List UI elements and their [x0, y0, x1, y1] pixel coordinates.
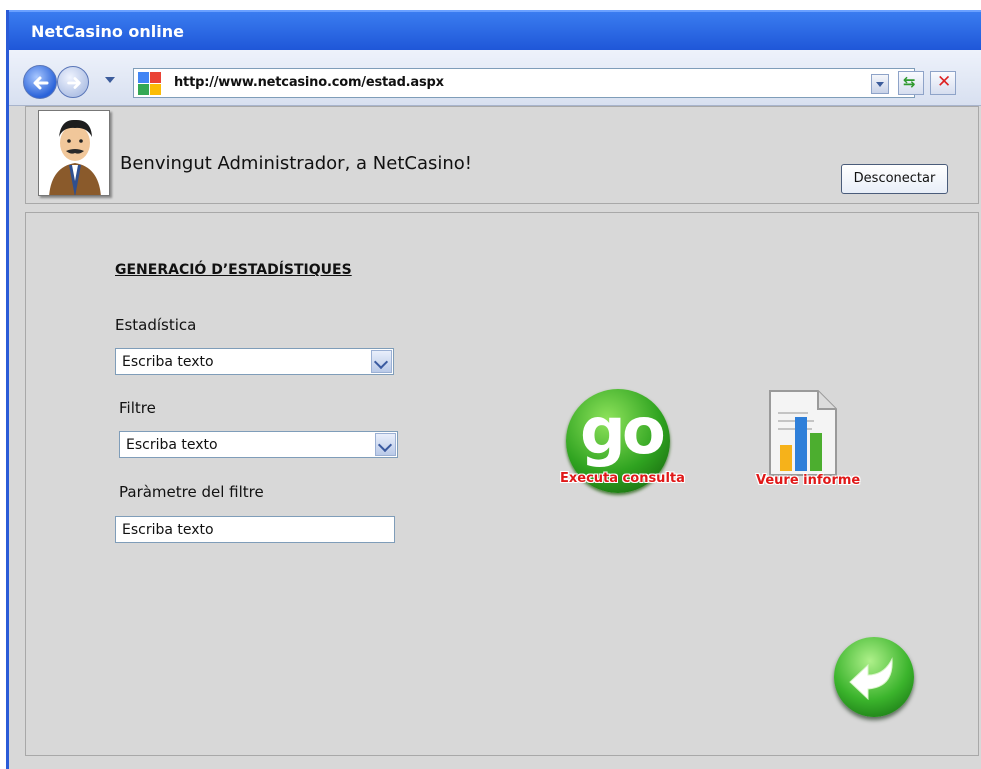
welcome-message: Benvingut Administrador, a NetCasino! [120, 153, 472, 174]
forward-icon [67, 77, 81, 89]
disconnect-button[interactable]: Desconectar [841, 164, 948, 194]
stop-button[interactable]: ✕ [930, 71, 956, 95]
refresh-icon: ⇆ [903, 73, 916, 91]
url-bar[interactable]: http://www.netcasino.com/estad.aspx [133, 68, 915, 98]
address-toolbar: http://www.netcasino.com/estad.aspx ⇆ ✕ [9, 50, 981, 106]
statistic-select[interactable]: Escriba texto [115, 348, 394, 375]
chevron-down-icon[interactable] [375, 433, 396, 456]
go-text: go [580, 395, 666, 469]
chevron-down-icon[interactable] [371, 350, 392, 373]
filter-select-value: Escriba texto [126, 437, 218, 453]
title-bar: NetCasino online [9, 10, 981, 50]
return-arrow-icon [849, 657, 893, 701]
filter-param-input[interactable]: Escriba texto [115, 516, 395, 543]
view-report-label: Veure informe [756, 473, 861, 488]
administrator-avatar-icon [38, 110, 110, 196]
filter-label: Filtre [119, 399, 156, 417]
filter-select[interactable]: Escriba texto [119, 431, 398, 458]
execute-query-label: Executa consulta [560, 471, 685, 486]
statistic-label: Estadística [115, 316, 197, 334]
execute-query-button[interactable]: go Executa consulta [560, 389, 685, 499]
window-title: NetCasino online [31, 22, 184, 41]
section-title: GENERACIÓ D’ESTADÍSTIQUES [115, 262, 352, 278]
filter-param-value: Escriba texto [122, 522, 214, 538]
statistic-select-value: Escriba texto [122, 354, 214, 370]
site-logo-icon [138, 72, 162, 96]
report-document-icon [769, 390, 837, 476]
forward-button[interactable] [57, 66, 89, 98]
filter-param-label: Paràmetre del filtre [119, 483, 264, 501]
url-text[interactable]: http://www.netcasino.com/estad.aspx [174, 75, 444, 90]
history-dropdown-icon[interactable] [105, 77, 115, 83]
refresh-button[interactable]: ⇆ [898, 71, 924, 95]
stop-icon: ✕ [937, 72, 952, 92]
return-button[interactable] [834, 637, 914, 717]
header-panel: Benvingut Administrador, a NetCasino! De… [25, 106, 979, 204]
back-button[interactable] [23, 65, 57, 99]
back-icon [33, 76, 49, 90]
url-dropdown-icon[interactable] [871, 74, 889, 94]
browser-window: NetCasino online http://www.netcasino.co… [6, 10, 981, 769]
statistics-panel: GENERACIÓ D’ESTADÍSTIQUES Estadística Es… [25, 212, 979, 756]
view-report-button[interactable]: Veure informe [756, 389, 860, 493]
